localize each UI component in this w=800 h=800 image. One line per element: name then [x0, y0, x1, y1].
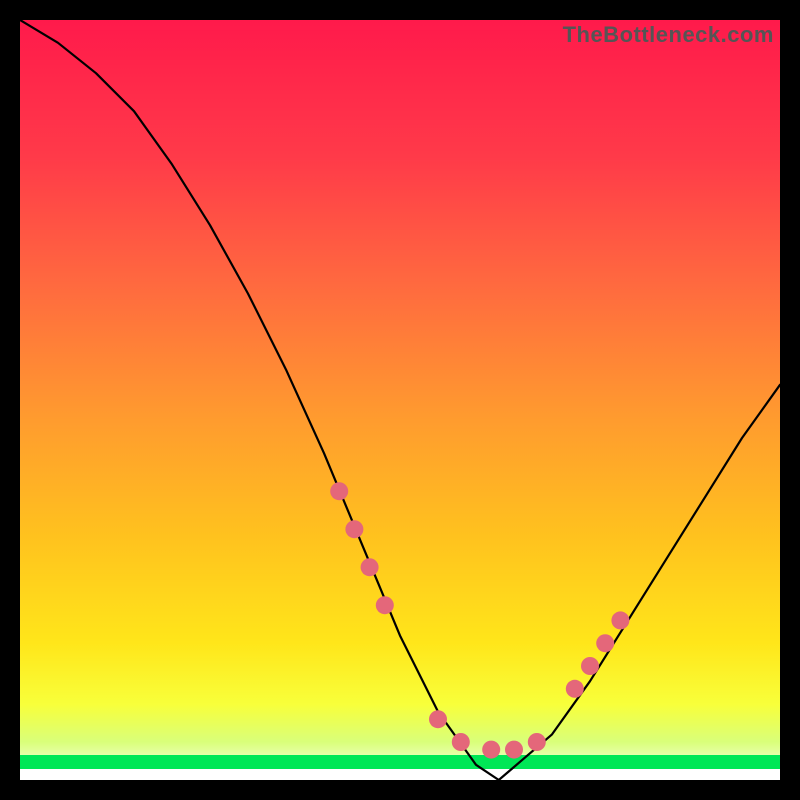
- highlight-dot: [345, 520, 363, 538]
- highlight-dot: [611, 611, 629, 629]
- white-band: [20, 769, 780, 780]
- highlight-dot: [581, 657, 599, 675]
- green-band: [20, 755, 780, 769]
- highlight-dot: [596, 634, 614, 652]
- highlight-dot: [376, 596, 394, 614]
- highlight-dot: [361, 558, 379, 576]
- chart-svg: [20, 20, 780, 780]
- gradient-background: [20, 20, 780, 780]
- highlight-dot: [505, 741, 523, 759]
- highlight-dot: [330, 482, 348, 500]
- chart-frame: TheBottleneck.com: [20, 20, 780, 780]
- highlight-dot: [566, 680, 584, 698]
- watermark-text: TheBottleneck.com: [563, 22, 774, 48]
- highlight-dot: [429, 710, 447, 728]
- highlight-dot: [482, 741, 500, 759]
- highlight-dot: [452, 733, 470, 751]
- highlight-dot: [528, 733, 546, 751]
